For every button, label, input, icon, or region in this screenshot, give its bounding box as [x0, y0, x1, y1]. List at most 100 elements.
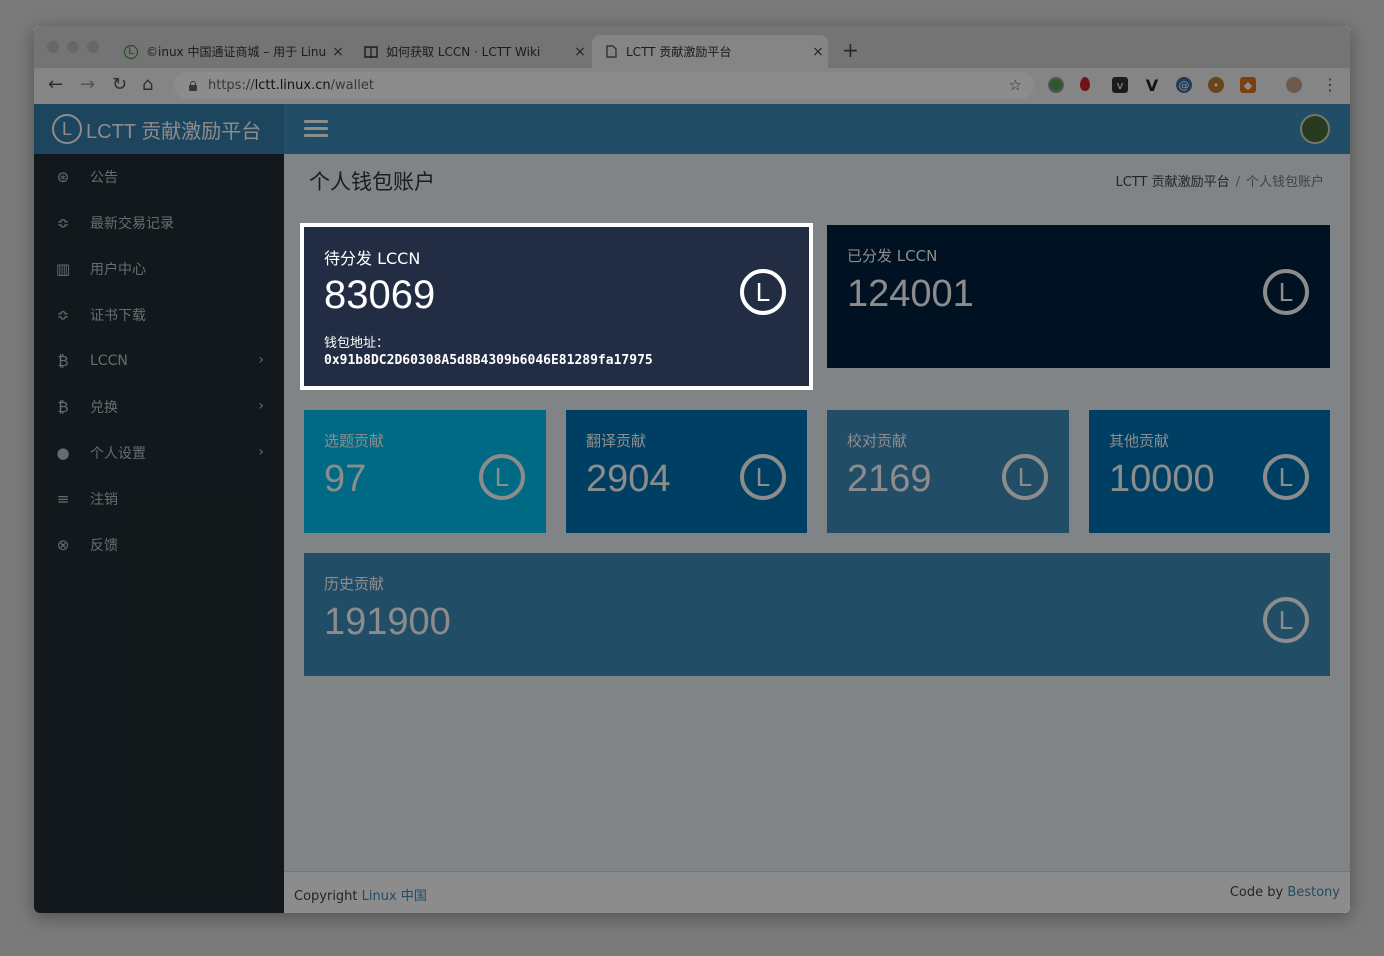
handshake-icon: ⊗ [56, 536, 70, 554]
topic-contribution-box: 选题贡献 97 L [304, 410, 546, 533]
browser-tab-lctt[interactable]: LCTT 贡献激励平台 × [592, 35, 828, 68]
box-label: 校对贡献 [847, 432, 908, 450]
sidebar-item-feedback[interactable]: ⊗ 反馈 [34, 522, 284, 568]
logo-coin-icon: L [52, 114, 82, 144]
tab-strip: L ©inux 中国通证商城 – 用于 Linu × 如何获取 LCCN · L… [34, 26, 1350, 68]
sidebar-item-label: 个人设置 [90, 446, 146, 462]
code-by-label: Code by [1229, 885, 1284, 900]
distributed-lccn-box: 已分发 LCCN 124001 L [827, 225, 1330, 368]
back-icon[interactable]: ← [48, 75, 63, 95]
sidebar-item-transactions[interactable]: ≎ 最新交易记录 [34, 200, 284, 246]
sidebar-item-label: 公告 [90, 170, 118, 186]
url-host: lctt.linux.cn [254, 78, 331, 93]
box-value: 124001 [847, 273, 974, 315]
sidebar-item-lccn[interactable]: ₿ LCCN › [34, 338, 284, 384]
bestony-link[interactable]: Bestony [1287, 885, 1340, 900]
app-logo[interactable]: L LCTT 贡献激励平台 [34, 104, 284, 154]
box-label: 已分发 LCCN [847, 247, 938, 265]
copyright-text: Copyright Linux 中国 [294, 885, 427, 904]
bitcoin-icon: ₿ [57, 352, 69, 370]
url-path: /wallet [330, 78, 374, 93]
extension-globe-icon[interactable]: @ [1176, 77, 1192, 93]
address-bar[interactable]: https://lctt.linux.cn/wallet ☆ [174, 72, 1034, 99]
sidebar-item-exchange[interactable]: ₿ 兑换 › [34, 384, 284, 430]
translate-contribution-box: 翻译贡献 2904 L [566, 410, 807, 533]
user-icon: ● [56, 444, 70, 462]
sidebar-item-settings[interactable]: ● 个人设置 › [34, 430, 284, 476]
bitcoin-icon: ₿ [57, 398, 69, 416]
browser-menu-icon[interactable]: ⋮ [1322, 75, 1338, 95]
sidebar-item-user-center[interactable]: ▥ 用户中心 [34, 246, 284, 292]
wallet-address-label: 钱包地址： [324, 336, 390, 351]
minimize-window-button[interactable] [67, 41, 79, 53]
sidebar-item-label: 兑换 [90, 400, 118, 416]
cookie-icon[interactable]: • [1208, 77, 1224, 93]
lccn-coin-icon: L [740, 269, 786, 315]
sidebar-toggle-button[interactable] [304, 120, 328, 138]
lccn-coin-icon: L [1263, 269, 1309, 315]
sidebar-item-label: 最新交易记录 [90, 216, 174, 232]
extension-v-icon[interactable]: V [1144, 76, 1160, 95]
box-label: 历史贡献 [324, 575, 385, 593]
certificate-icon: ≎ [56, 306, 70, 324]
lccn-coin-icon: L [740, 454, 786, 500]
chevron-right-icon: › [258, 352, 264, 368]
box-value: 83069 [324, 273, 436, 317]
book-icon [364, 45, 378, 59]
breadcrumb-current: 个人钱包账户 [1245, 175, 1324, 190]
url-prefix: https:// [208, 78, 255, 93]
browser-window: L ©inux 中国通证商城 – 用于 Linu × 如何获取 LCCN · L… [34, 26, 1350, 913]
close-window-button[interactable] [47, 41, 59, 53]
sidebar-item-logout[interactable]: ≡ 注销 [34, 476, 284, 522]
sidebar-item-label: LCCN [90, 353, 128, 369]
bar-chart-icon: ▥ [55, 260, 71, 278]
chevron-right-icon: › [258, 398, 264, 414]
page-title: 个人钱包账户 [309, 171, 435, 194]
chevron-right-icon: › [258, 444, 264, 460]
lccn-coin-icon: L [1263, 597, 1309, 643]
close-tab-icon[interactable]: × [570, 44, 590, 60]
lccn-coin-icon: L [1263, 454, 1309, 500]
sidebar-item-label: 注销 [90, 492, 118, 508]
zoom-window-button[interactable] [87, 41, 99, 53]
box-value: 2169 [847, 458, 932, 500]
new-tab-button[interactable]: + [842, 38, 859, 62]
menu-icon: ≡ [56, 490, 70, 508]
box-value: 191900 [324, 601, 451, 643]
home-icon[interactable]: ⌂ [142, 75, 153, 95]
pocket-icon[interactable]: v [1112, 77, 1128, 93]
tab-title: ©inux 中国通证商城 – 用于 Linu [146, 45, 327, 59]
breadcrumb-separator: / [1235, 175, 1240, 190]
box-value: 2904 [586, 458, 671, 500]
sidebar-item-announcements[interactable]: ⊛ 公告 [34, 154, 284, 200]
reload-icon[interactable]: ↻ [112, 75, 127, 95]
code-by-text: Code by Bestony [1230, 885, 1340, 900]
other-contribution-box: 其他贡献 10000 L [1089, 410, 1330, 533]
browser-tab-wiki[interactable]: 如何获取 LCCN · LCTT Wiki × [352, 35, 590, 68]
user-avatar[interactable] [1300, 114, 1330, 144]
box-label: 翻译贡献 [586, 432, 647, 450]
breadcrumb-home-link[interactable]: LCTT 贡献激励平台 [1115, 175, 1229, 190]
bookmark-star-icon[interactable]: ☆ [1009, 76, 1022, 94]
wallet-address: 0x91b8DC2D60308A5d8B4309b6046E81289fa179… [324, 353, 653, 368]
forward-icon[interactable]: → [80, 75, 95, 95]
extension-green-icon[interactable] [1048, 77, 1064, 93]
history-contribution-box: 历史贡献 191900 L [304, 553, 1330, 676]
extension-drop-icon[interactable] [1080, 77, 1090, 91]
profile-icon[interactable] [1286, 77, 1302, 93]
footer: Copyright Linux 中国 Code by Bestony [284, 871, 1350, 913]
sidebar-item-certificate[interactable]: ≎ 证书下载 [34, 292, 284, 338]
linux-cn-link[interactable]: Linux 中国 [362, 889, 427, 904]
close-tab-icon[interactable]: × [808, 44, 828, 60]
app-header: L LCTT 贡献激励平台 [34, 104, 1350, 154]
document-icon [604, 45, 618, 59]
close-tab-icon[interactable]: × [328, 44, 348, 60]
lccn-coin-icon: L [479, 454, 525, 500]
tab-title: LCTT 贡献激励平台 [626, 45, 732, 59]
browser-tab-linux-store[interactable]: L ©inux 中国通证商城 – 用于 Linu × [112, 35, 348, 68]
sidebar: ⊛ 公告 ≎ 最新交易记录 ▥ 用户中心 ≎ 证书下载 ₿ LCCN › ₿ 兑… [34, 154, 284, 913]
box-label: 选题贡献 [324, 432, 385, 450]
metamask-icon[interactable]: ◆ [1240, 77, 1256, 93]
box-label: 待分发 LCCN [324, 249, 421, 268]
life-ring-icon: ⊛ [56, 168, 70, 186]
